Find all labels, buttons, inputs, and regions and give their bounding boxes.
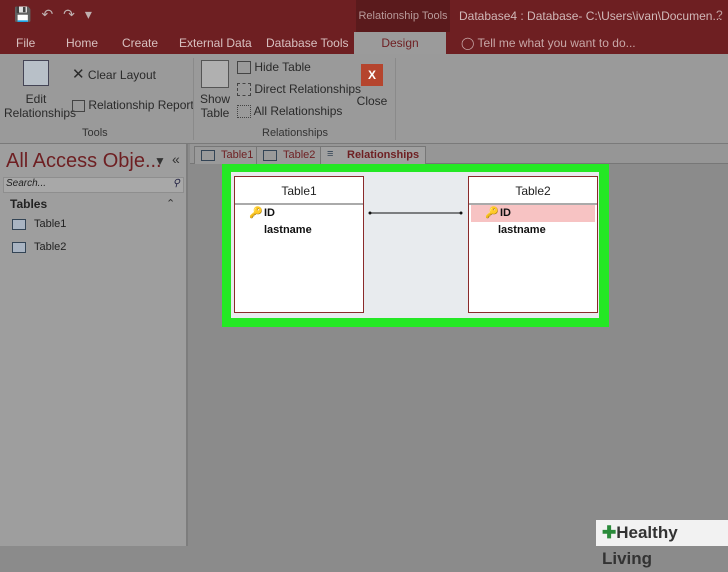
navigation-pane: All Access Obje... ▼ « Search... ⚲ Tables… — [0, 144, 188, 546]
help-button[interactable]: ? — [716, 8, 723, 22]
group-separator — [395, 58, 396, 140]
ribbon-tabs: File Home Create External Data Database … — [0, 32, 728, 54]
relationships-canvas: Table1 🔑 ID lastname Table2 🔑 ID lastname — [231, 172, 599, 318]
table-box-table2[interactable]: Table2 🔑 ID lastname — [468, 176, 598, 313]
doc-tab-relationships[interactable]: ≡ Relationships — [320, 146, 427, 164]
nav-item-table2[interactable]: Table2 — [12, 241, 66, 253]
direct-relationships-icon — [237, 83, 251, 97]
tab-design[interactable]: Design — [354, 32, 446, 54]
all-relationships-icon — [237, 105, 251, 119]
field-lastname[interactable]: lastname — [469, 222, 597, 239]
doc-tab-table2[interactable]: Table2 — [256, 146, 323, 164]
relationship-report-button[interactable]: Relationship Report — [72, 98, 194, 112]
tools-group-label: Tools — [82, 127, 108, 139]
tab-home[interactable]: Home — [66, 36, 98, 50]
nav-dropdown-icon[interactable]: ▼ — [154, 154, 166, 168]
show-table-icon — [201, 60, 229, 88]
table-header[interactable]: Table2 — [469, 177, 597, 205]
undo-icon[interactable]: ↶ — [41, 6, 53, 22]
table-icon — [12, 218, 26, 230]
customize-qat-icon[interactable]: ▾ — [85, 6, 92, 22]
nav-item-table1[interactable]: Table1 — [12, 218, 66, 230]
field-id[interactable]: 🔑 ID — [235, 205, 363, 222]
watermark: ✚Healthy Living — [596, 520, 728, 568]
relationship-tools-label: Relationship Tools — [356, 0, 450, 32]
all-relationships-button[interactable]: All Relationships — [237, 104, 342, 119]
show-table-button[interactable]: Show Table — [199, 60, 231, 120]
clear-layout-button[interactable]: ✕ Clear Layout — [72, 66, 156, 83]
group-separator — [193, 58, 194, 140]
table-icon — [12, 241, 26, 253]
report-icon — [72, 99, 85, 112]
field-lastname[interactable]: lastname — [235, 222, 363, 239]
close-icon: X — [361, 64, 383, 86]
collapse-section-icon[interactable]: ⌃ — [166, 197, 175, 210]
lightbulb-icon: ◯ — [461, 36, 478, 50]
table-icon — [201, 150, 215, 161]
x-icon: ✕ — [72, 66, 85, 83]
tab-file[interactable]: File — [16, 36, 35, 50]
tell-me-input[interactable]: ◯ Tell me what you want to do... — [461, 36, 636, 50]
edit-relationships-icon — [23, 60, 49, 86]
hide-table-button[interactable]: Hide Table — [237, 60, 311, 75]
redo-icon[interactable]: ↷ — [63, 6, 75, 22]
relationship-line[interactable] — [368, 210, 463, 216]
window-title: Database4 : Database- C:\Users\ivan\Docu… — [459, 9, 723, 23]
table-header[interactable]: Table1 — [235, 177, 363, 205]
document-tabs: Table1 Table2 ≡ Relationships — [190, 144, 728, 164]
tab-create[interactable]: Create — [122, 36, 158, 50]
table-box-table1[interactable]: Table1 🔑 ID lastname — [234, 176, 364, 313]
key-icon: 🔑 — [249, 207, 263, 219]
direct-relationships-button[interactable]: Direct Relationships — [237, 82, 361, 97]
collapse-pane-icon[interactable]: « — [172, 151, 180, 167]
search-input[interactable]: Search... ⚲ — [3, 177, 184, 193]
tab-external-data[interactable]: External Data — [179, 36, 252, 50]
ribbon: Edit Relationships ✕ Clear Layout Relati… — [0, 54, 728, 144]
save-icon[interactable]: 💾 — [14, 6, 31, 22]
doc-tab-table1[interactable]: Table1 — [194, 146, 261, 164]
tab-database-tools[interactable]: Database Tools — [266, 36, 349, 50]
search-icon[interactable]: ⚲ — [173, 178, 180, 189]
nav-pane-title[interactable]: All Access Obje... — [6, 150, 162, 173]
relationships-icon: ≡ — [327, 148, 334, 160]
section-tables[interactable]: Tables — [10, 197, 47, 211]
plus-icon: ✚ — [602, 523, 617, 542]
relationships-group-label: Relationships — [262, 127, 329, 139]
table-icon — [263, 150, 277, 161]
field-id-selected[interactable]: 🔑 ID — [471, 205, 595, 222]
close-button[interactable]: X Close — [356, 64, 388, 108]
title-bar: 💾 ↶ ↷ ▾ Relationship Tools Database4 : Data… — [0, 0, 728, 32]
hide-table-icon — [237, 61, 251, 75]
key-icon: 🔑 — [485, 207, 499, 219]
edit-relationships-button[interactable]: Edit Relationships — [4, 60, 76, 120]
